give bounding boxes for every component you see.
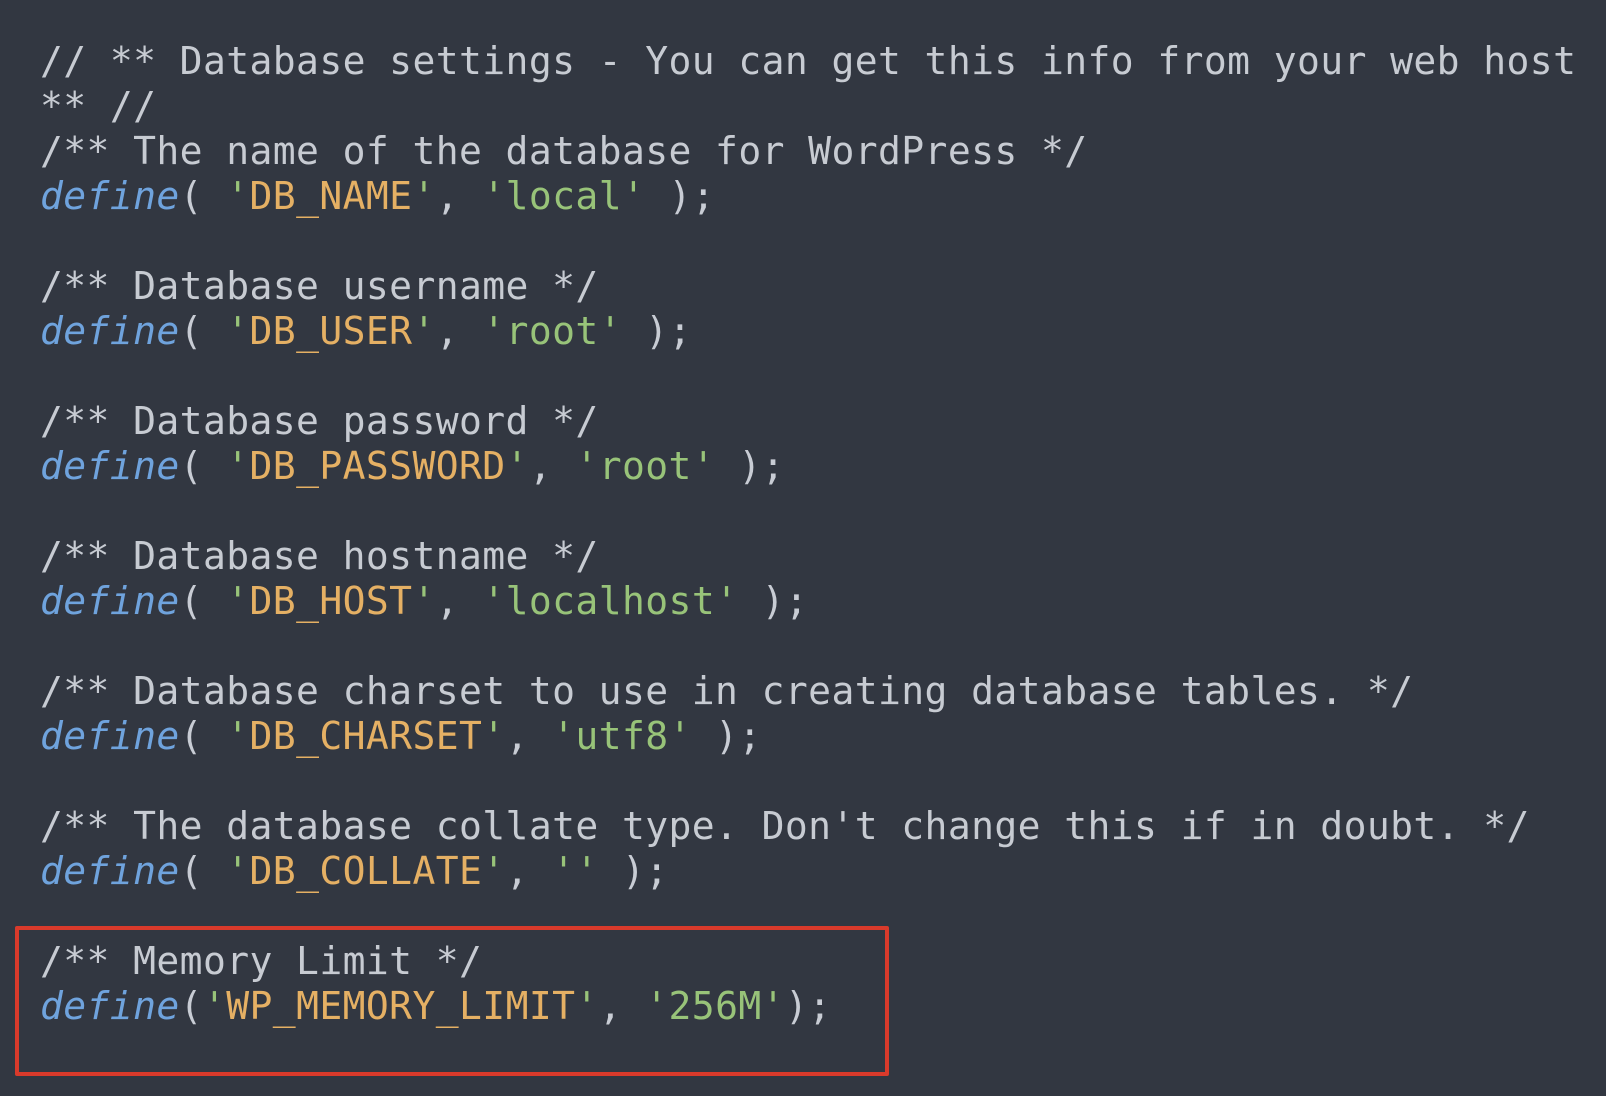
quote: ': [691, 444, 716, 488]
header-comment-line-2: ** //: [40, 84, 157, 128]
close-paren: );: [622, 309, 692, 353]
quote: ': [761, 984, 785, 1028]
memory-limit-comment: /** Memory Limit */: [40, 939, 483, 983]
close-paren: );: [598, 849, 669, 893]
quote: ': [552, 714, 576, 758]
separator: ,: [528, 444, 576, 488]
quote: ': [575, 444, 599, 488]
quote: ': [412, 579, 436, 623]
define-keyword: define: [40, 714, 180, 758]
separator: ,: [435, 579, 483, 623]
separator: ,: [505, 849, 553, 893]
quote: ': [226, 174, 250, 218]
quote: ': [482, 849, 506, 893]
code-editor[interactable]: // ** Database settings - You can get th…: [0, 0, 1606, 1096]
constant-name: WP_MEMORY_LIMIT: [226, 984, 576, 1028]
open-paren: (: [179, 984, 203, 1028]
quote: ': [482, 714, 506, 758]
quote: ': [202, 984, 227, 1028]
quote: ': [482, 309, 506, 353]
quote: ': [715, 579, 739, 623]
open-paren: (: [179, 849, 227, 893]
constant-value: root: [505, 309, 599, 353]
quote: ': [226, 444, 250, 488]
quote: ': [621, 174, 646, 218]
db-name-define-line: define( 'DB_NAME', 'local' );: [40, 173, 715, 219]
quote: ': [226, 579, 250, 623]
close-paren: );: [784, 984, 832, 1028]
memory-limit-define-line: define('WP_MEMORY_LIMIT', '256M');: [40, 983, 832, 1029]
separator: ,: [505, 714, 553, 758]
open-paren: (: [179, 714, 227, 758]
quote: ': [226, 309, 250, 353]
db-collate-define-line: define( 'DB_COLLATE', '' );: [40, 848, 669, 894]
quote: ': [226, 849, 250, 893]
db-password-comment: /** Database password */: [40, 399, 599, 443]
open-paren: (: [179, 579, 227, 623]
quote: ': [482, 579, 506, 623]
constant-value: localhost: [505, 579, 716, 623]
quote: ': [412, 309, 436, 353]
quote: ': [575, 984, 599, 1028]
open-paren: (: [179, 444, 227, 488]
db-host-comment: /** Database hostname */: [40, 534, 599, 578]
define-keyword: define: [40, 849, 180, 893]
db-host-define-line: define( 'DB_HOST', 'localhost' );: [40, 578, 808, 624]
separator: ,: [435, 309, 483, 353]
constant-name: DB_PASSWORD: [249, 444, 506, 488]
separator: ,: [598, 984, 646, 1028]
define-keyword: define: [40, 174, 180, 218]
define-keyword: define: [40, 579, 180, 623]
db-user-comment: /** Database username */: [40, 264, 599, 308]
db-password-define-line: define( 'DB_PASSWORD', 'root' );: [40, 443, 785, 489]
open-paren: (: [179, 174, 227, 218]
define-keyword: define: [40, 309, 180, 353]
define-keyword: define: [40, 444, 180, 488]
close-paren: );: [738, 579, 809, 623]
constant-name: DB_NAME: [249, 174, 413, 218]
constant-value: 256M: [668, 984, 762, 1028]
close-paren: );: [715, 444, 785, 488]
quote: ': [226, 714, 250, 758]
constant-name: DB_HOST: [249, 579, 413, 623]
quote: ': [412, 174, 436, 218]
close-paren: );: [645, 174, 716, 218]
constant-name: DB_CHARSET: [249, 714, 483, 758]
quote: ': [598, 309, 622, 353]
constant-name: DB_USER: [249, 309, 413, 353]
close-paren: );: [691, 714, 762, 758]
separator: ,: [435, 174, 483, 218]
quote: ': [668, 714, 692, 758]
constant-name: DB_COLLATE: [249, 849, 483, 893]
db-collate-comment: /** The database collate type. Don't cha…: [40, 804, 1530, 848]
open-paren: (: [179, 309, 227, 353]
define-keyword: define: [40, 984, 180, 1028]
quote: ': [482, 174, 506, 218]
quote: ': [505, 444, 529, 488]
constant-value: local: [505, 174, 622, 218]
db-user-define-line: define( 'DB_USER', 'root' );: [40, 308, 692, 354]
constant-value: utf8: [575, 714, 669, 758]
constant-value: root: [598, 444, 692, 488]
quote: ': [575, 849, 599, 893]
header-comment-line-1: // ** Database settings - You can get th…: [40, 39, 1577, 83]
quote: ': [552, 849, 576, 893]
db-charset-define-line: define( 'DB_CHARSET', 'utf8' );: [40, 713, 762, 759]
quote: ': [645, 984, 669, 1028]
db-charset-comment: /** Database charset to use in creating …: [40, 669, 1414, 713]
db-name-comment: /** The name of the database for WordPre…: [40, 129, 1088, 173]
